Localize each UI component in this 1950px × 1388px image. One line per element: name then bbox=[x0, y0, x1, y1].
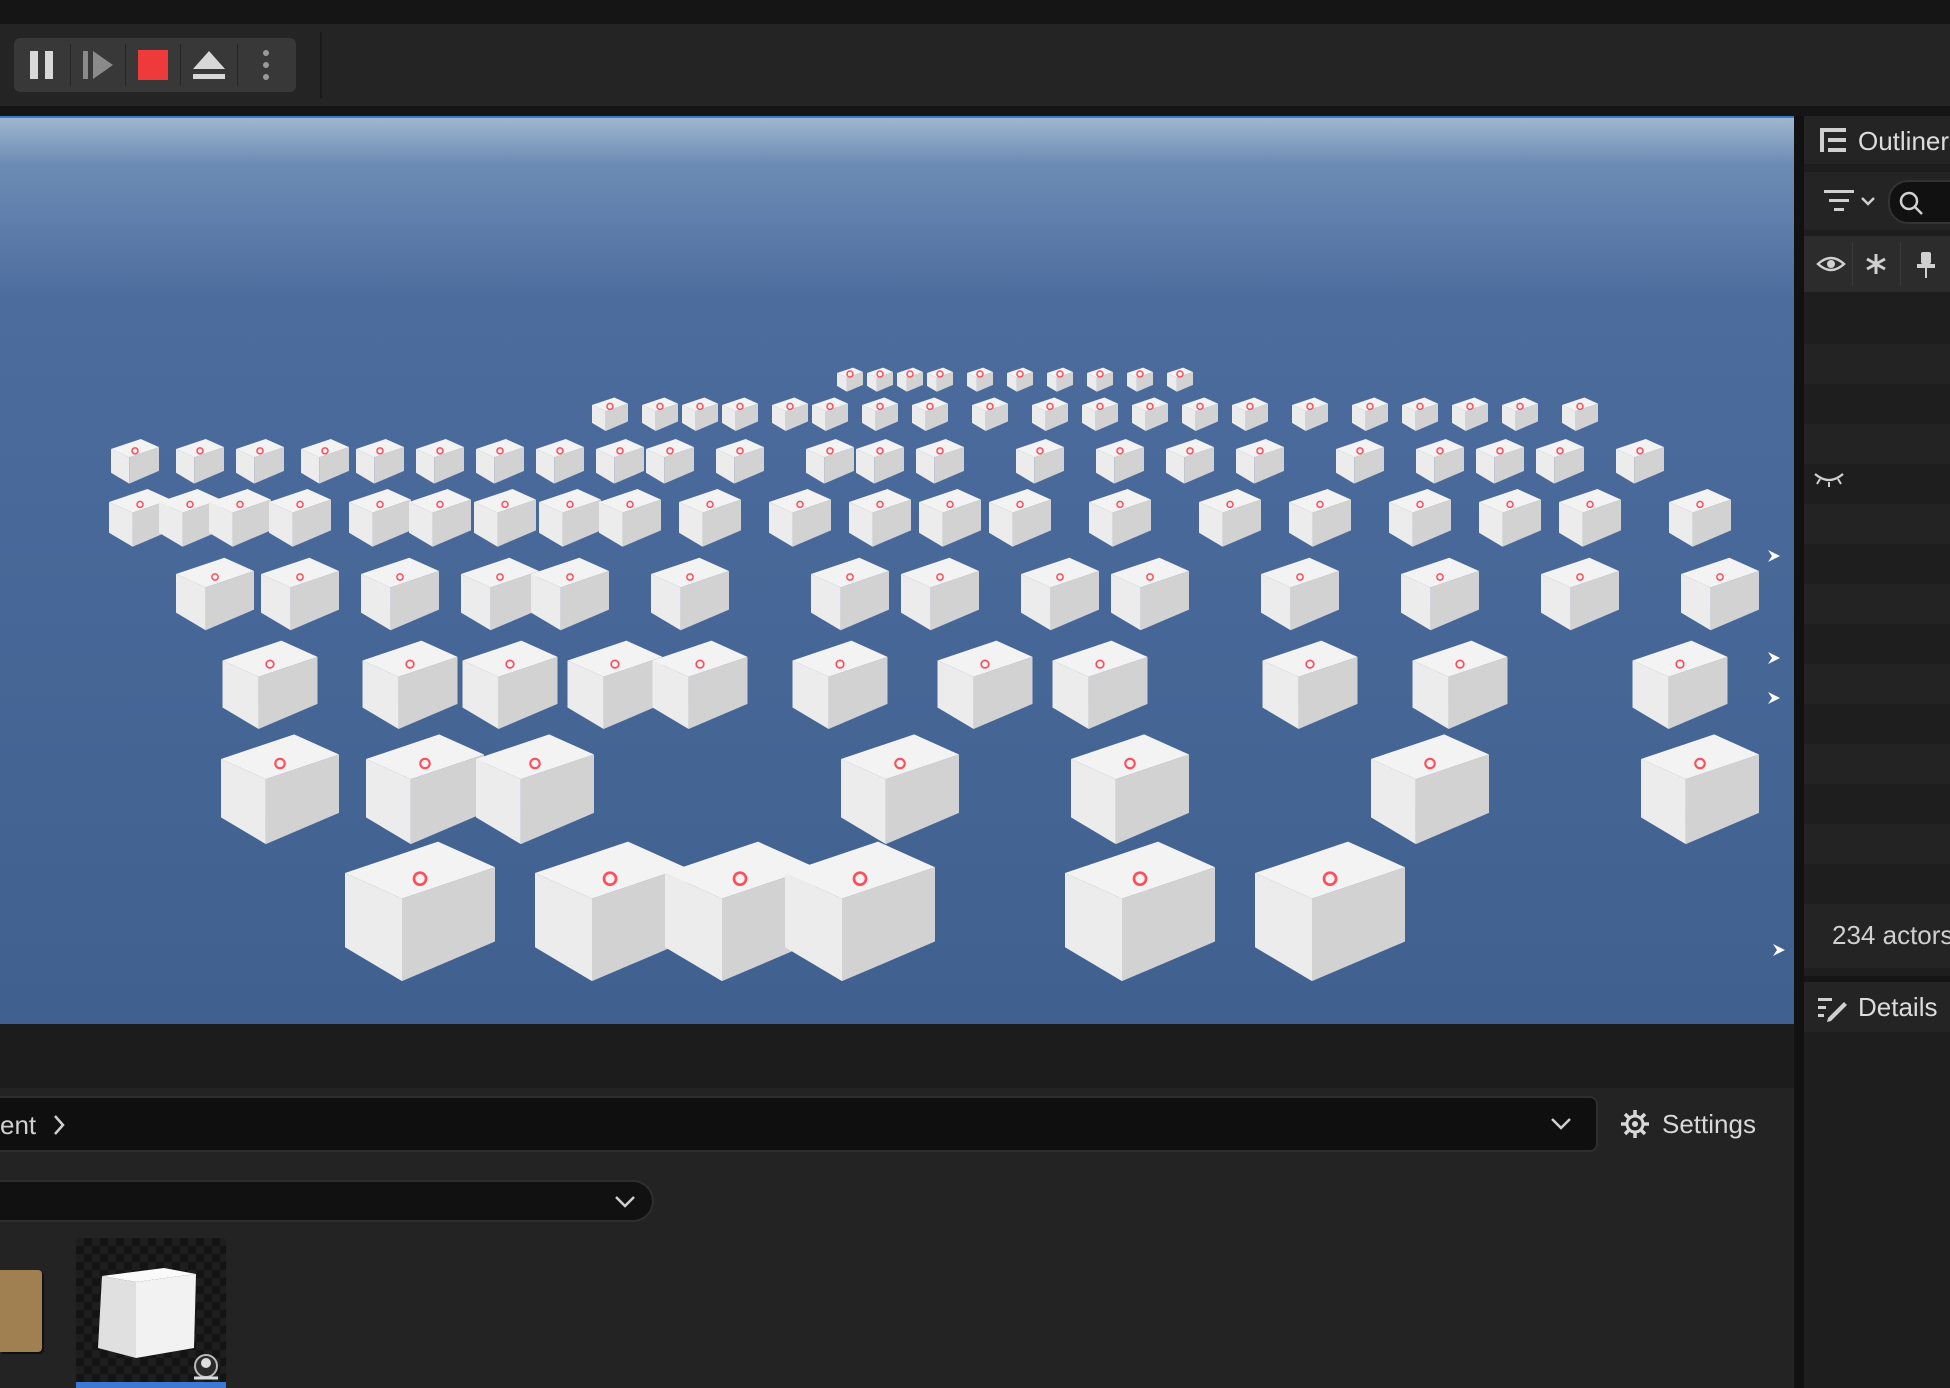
eject-button[interactable] bbox=[181, 38, 237, 92]
hidden-eye-icon[interactable] bbox=[1812, 470, 1846, 490]
outliner-icon bbox=[1820, 128, 1846, 152]
pin-icon[interactable] bbox=[1914, 250, 1938, 280]
path-segment[interactable]: ent bbox=[0, 1110, 36, 1141]
outliner-column-header bbox=[1804, 236, 1950, 292]
outliner-row[interactable] bbox=[1804, 584, 1950, 624]
eject-icon bbox=[193, 51, 225, 79]
viewport-bottom-strip bbox=[0, 1024, 1794, 1088]
details-pencil-icon bbox=[1818, 998, 1847, 1022]
asterisk-icon[interactable] bbox=[1864, 252, 1888, 276]
play-controls-group bbox=[14, 38, 296, 92]
content-settings-button[interactable]: Settings bbox=[1620, 1098, 1756, 1150]
outliner-row[interactable] bbox=[1804, 424, 1950, 464]
outliner-footer: 234 actors bbox=[1804, 904, 1950, 968]
outliner-row[interactable] bbox=[1804, 664, 1950, 704]
play-toolbar bbox=[0, 24, 1950, 106]
settings-label: Settings bbox=[1662, 1108, 1756, 1139]
column-divider bbox=[1900, 242, 1901, 286]
cube-asset-thumbnail bbox=[76, 1238, 226, 1386]
cube-asset-tile[interactable] bbox=[76, 1238, 226, 1386]
outliner-filter-bar bbox=[1804, 172, 1950, 230]
outliner-row[interactable] bbox=[1804, 384, 1950, 424]
stop-icon bbox=[138, 50, 168, 80]
folder-asset-tile[interactable] bbox=[0, 1270, 42, 1352]
pause-icon bbox=[30, 51, 53, 79]
outliner-search-input[interactable] bbox=[1888, 180, 1950, 224]
outliner-row[interactable] bbox=[1804, 704, 1950, 744]
column-divider bbox=[1852, 242, 1853, 286]
filter-icon[interactable] bbox=[1824, 188, 1880, 214]
chevron-down-icon bbox=[615, 1196, 635, 1208]
selected-asset-indicator bbox=[76, 1382, 226, 1388]
more-vertical-icon bbox=[263, 50, 269, 80]
toolbar-divider bbox=[320, 32, 322, 98]
asset-filter-dropdown[interactable] bbox=[0, 1180, 654, 1222]
viewport-scene bbox=[0, 118, 1794, 1024]
outliner-row[interactable] bbox=[1804, 504, 1950, 544]
content-path-bar[interactable]: ent bbox=[0, 1096, 1598, 1152]
outliner-row[interactable] bbox=[1804, 784, 1950, 824]
details-header: Details bbox=[1804, 982, 1950, 1032]
title-strip bbox=[0, 0, 1950, 24]
frame-advance-icon bbox=[83, 51, 113, 79]
outliner-row[interactable] bbox=[1804, 824, 1950, 864]
outliner-header: Outliner bbox=[1804, 116, 1950, 164]
outliner-panel: Outliner 234 actors bbox=[1804, 116, 1950, 976]
outliner-row[interactable] bbox=[1804, 304, 1950, 344]
search-icon bbox=[1899, 191, 1923, 215]
outliner-row[interactable] bbox=[1804, 744, 1950, 784]
outliner-row[interactable] bbox=[1804, 464, 1950, 504]
outliner-row[interactable] bbox=[1804, 344, 1950, 384]
outliner-row[interactable] bbox=[1804, 624, 1950, 664]
outliner-title: Outliner bbox=[1858, 126, 1950, 156]
gear-icon bbox=[1621, 1110, 1649, 1138]
visibility-icon[interactable] bbox=[1816, 252, 1846, 276]
stop-button[interactable] bbox=[126, 38, 180, 92]
pause-button[interactable] bbox=[14, 38, 70, 92]
chevron-right-icon bbox=[54, 1115, 65, 1135]
level-viewport[interactable] bbox=[0, 116, 1794, 1024]
actor-count-label: 234 actors bbox=[1832, 920, 1950, 950]
content-browser-panel: ent Settings bbox=[0, 1088, 1794, 1388]
chevron-down-icon[interactable] bbox=[1550, 1116, 1572, 1132]
details-title: Details bbox=[1858, 992, 1938, 1022]
more-options-button[interactable] bbox=[238, 38, 294, 92]
outliner-row[interactable] bbox=[1804, 544, 1950, 584]
advance-frame-button[interactable] bbox=[71, 38, 125, 92]
panel-splitter[interactable] bbox=[1794, 116, 1804, 1388]
details-panel: Details bbox=[1804, 982, 1950, 1388]
